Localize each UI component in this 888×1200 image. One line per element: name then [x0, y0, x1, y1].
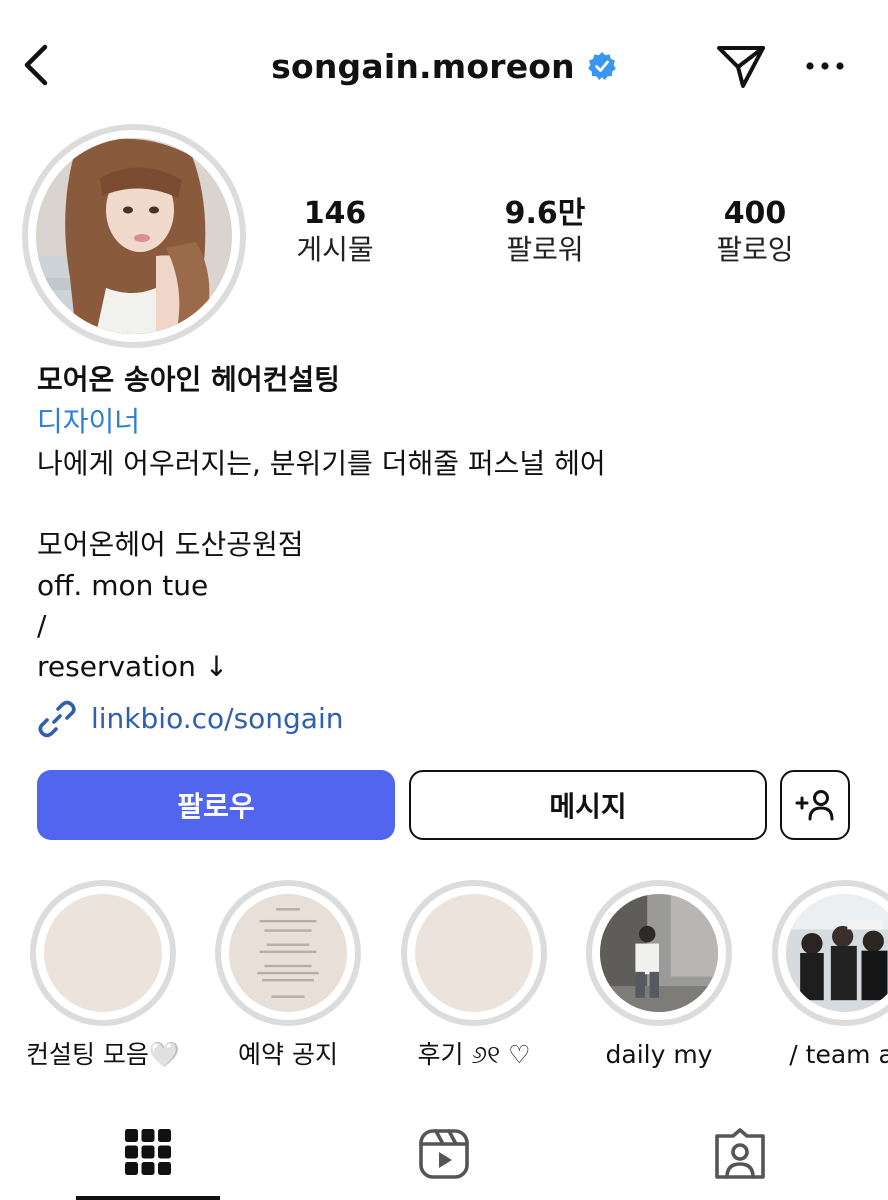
profile-bio: 모어온 송아인 헤어컨설팅 디자이너 나에게 어우러지는, 분위기를 더해줄 퍼…	[37, 360, 857, 739]
more-horizontal-icon	[806, 62, 844, 70]
highlight-cover	[415, 894, 533, 1012]
profile-stats: 146 게시물 9.6만 팔로워 400 팔로잉	[230, 196, 860, 276]
highlight-label: / team ai	[789, 1040, 888, 1069]
highlight-item[interactable]: daily my	[584, 880, 734, 1072]
tab-tagged[interactable]	[630, 1110, 850, 1200]
highlight-ring	[401, 880, 547, 1026]
profile-avatar[interactable]	[22, 124, 246, 348]
tagged-icon	[715, 1128, 765, 1179]
posts-count[interactable]: 146 게시물	[230, 196, 440, 276]
more-options-button[interactable]	[798, 40, 852, 92]
following-count-label: 팔로잉	[716, 233, 794, 266]
story-highlights: 컨설팅 모음🤍 예약 공지 후기 ୬୧ ♡ daily my / team a	[0, 880, 888, 1080]
bio-line: off. mon tue	[37, 568, 209, 602]
highlight-ring	[215, 880, 361, 1026]
bio-line: reservation ↓	[37, 649, 229, 683]
highlight-label: 후기 ୬୧ ♡	[417, 1040, 531, 1069]
highlight-label: 컨설팅 모음🤍	[25, 1040, 181, 1069]
follow-button[interactable]: 팔로우	[37, 770, 395, 840]
profile-display-name: 모어온 송아인 헤어컨설팅	[37, 363, 340, 396]
profile-category[interactable]: 디자이너	[37, 400, 857, 444]
followers-count-label: 팔로워	[506, 233, 584, 266]
highlight-label: 예약 공지	[238, 1040, 338, 1069]
highlight-item[interactable]: 예약 공지	[213, 880, 363, 1072]
bio-line: 모어온헤어 도산공원점	[37, 528, 304, 561]
bio-line: 나에게 어우러지는, 분위기를 더해줄 퍼스널 헤어	[37, 447, 606, 480]
highlight-item[interactable]: 컨설팅 모음🤍	[25, 880, 181, 1072]
reels-icon	[419, 1129, 469, 1179]
profile-header: songain.moreon	[0, 0, 888, 130]
suggested-users-button[interactable]	[780, 770, 850, 840]
followers-count-value: 9.6만	[504, 196, 586, 231]
tab-reels[interactable]	[334, 1110, 554, 1200]
avatar-photo	[36, 138, 232, 334]
highlight-cover	[786, 894, 888, 1012]
highlight-cover	[44, 894, 162, 1012]
highlight-label: daily my	[605, 1040, 713, 1069]
send-icon	[717, 46, 765, 88]
tab-posts[interactable]	[38, 1110, 258, 1200]
share-button[interactable]	[712, 40, 770, 92]
highlight-ring	[30, 880, 176, 1026]
verified-badge-icon	[587, 51, 617, 81]
add-person-icon	[795, 790, 834, 821]
followers-count[interactable]: 9.6만 팔로워	[440, 196, 650, 276]
following-count-value: 400	[723, 196, 787, 231]
highlight-ring	[586, 880, 732, 1026]
link-icon	[38, 700, 76, 738]
bio-link-text[interactable]: linkbio.co/songain	[91, 699, 344, 739]
active-tab-indicator	[76, 1196, 220, 1200]
profile-username: songain.moreon	[271, 46, 575, 86]
highlight-item[interactable]: / team ai	[770, 880, 888, 1072]
highlight-item[interactable]: 후기 ୬୧ ♡	[399, 880, 549, 1072]
profile-tabs	[0, 1110, 888, 1200]
grid-icon	[125, 1129, 171, 1175]
highlight-cover	[229, 894, 347, 1012]
bio-line	[37, 485, 857, 526]
following-count[interactable]: 400 팔로잉	[650, 196, 860, 276]
posts-count-label: 게시물	[296, 233, 374, 266]
highlight-ring	[772, 880, 888, 1026]
bio-link[interactable]: linkbio.co/songain	[37, 699, 857, 739]
posts-count-value: 146	[303, 196, 367, 231]
message-button[interactable]: 메시지	[409, 770, 767, 840]
bio-line: /	[37, 609, 47, 642]
highlight-cover	[600, 894, 718, 1012]
